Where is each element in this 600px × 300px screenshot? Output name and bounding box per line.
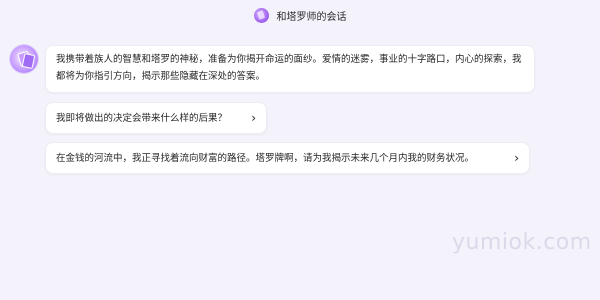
suggested-question-2[interactable]: 在金钱的河流中，我正寻找着流向财富的路径。塔罗牌啊，请为我揭示未来几个月内我的财… xyxy=(45,142,530,174)
chat-header: 和塔罗师的会话 xyxy=(0,0,600,30)
suggested-question-text: 在金钱的河流中，我正寻找着流向财富的路径。塔罗牌啊，请为我揭示未来几个月内我的财… xyxy=(56,152,475,164)
tarot-avatar-icon xyxy=(253,7,269,23)
chevron-right-icon: › xyxy=(251,111,256,125)
chevron-right-icon: › xyxy=(514,151,519,165)
site-watermark: yumiok.com xyxy=(452,230,592,255)
page-title: 和塔罗师的会话 xyxy=(276,11,347,23)
suggested-question-text: 我即将做出的决定会带来什么样的后果？ xyxy=(56,112,228,124)
suggested-question-1[interactable]: 我即将做出的决定会带来什么样的后果？ › xyxy=(45,102,267,134)
bot-intro-message: 我携带着族人的智慧和塔罗的神秘，准备为你揭开命运的面纱。爱情的迷雾，事业的十字路… xyxy=(45,45,535,93)
tarot-reader-avatar-icon xyxy=(10,45,38,73)
